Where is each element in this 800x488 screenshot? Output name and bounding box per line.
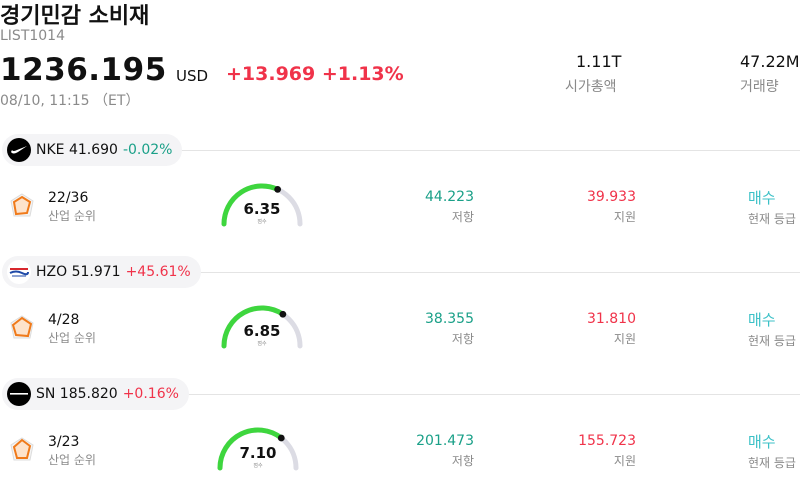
index-price: 1236.195 (0, 52, 167, 88)
row-divider (170, 150, 800, 151)
industry-rank: 3/23 (48, 434, 80, 450)
radar-chart-icon (8, 436, 36, 468)
support-label: 지원 (613, 332, 636, 346)
industry-rank-label: 산업 순위 (48, 209, 96, 223)
score-label: 점수 (253, 463, 263, 469)
stock-change: +45.61% (125, 264, 191, 280)
support-value: 31.810 (587, 311, 636, 327)
rating-label: 현재 등급 (748, 456, 796, 470)
stock-ticker-price: SN 185.820 (36, 386, 118, 402)
rating-signal: 매수 (748, 311, 776, 329)
score-value: 7.10 (239, 444, 277, 462)
rating-label: 현재 등급 (748, 212, 796, 226)
nike-logo-icon (7, 138, 31, 162)
stock-change: +0.16% (122, 386, 179, 402)
page-title: 경기민감 소비재 (0, 4, 150, 29)
rating-label: 현재 등급 (748, 334, 796, 348)
industry-rank: 22/36 (48, 190, 89, 206)
support-label: 지원 (613, 210, 636, 224)
volume-label: 거래량 (740, 79, 779, 95)
stock-ticker-price: HZO 51.971 (36, 264, 121, 280)
row-divider (170, 394, 800, 395)
stock-chip-sn[interactable]: SN 185.820 +0.16% (2, 378, 189, 410)
support-value: 155.723 (578, 433, 636, 449)
sharkninja-logo-icon (7, 382, 31, 406)
currency-label: USD (176, 67, 209, 85)
gauge-marker (277, 434, 285, 442)
marinemax-logo-icon (7, 260, 31, 284)
score-label: 점수 (257, 341, 267, 347)
stock-chip-nke[interactable]: NKE 41.690 -0.02% (2, 134, 183, 166)
industry-rank-label: 산업 순위 (48, 453, 96, 467)
industry-rank: 4/28 (48, 312, 80, 328)
resistance-value: 201.473 (416, 433, 474, 449)
resistance-value: 44.223 (425, 189, 474, 205)
resistance-label: 저항 (451, 454, 474, 468)
market-cap-label: 시가총액 (565, 79, 617, 95)
market-cap-value: 1.11T (576, 52, 622, 71)
timestamp: 08/10, 11:15 （ET） (0, 93, 140, 109)
rating-signal: 매수 (748, 189, 776, 207)
resistance-label: 저항 (451, 332, 474, 346)
gauge-marker (274, 185, 282, 193)
resistance-label: 저항 (451, 210, 474, 224)
volume-value: 47.22M (740, 52, 800, 71)
score-value: 6.35 (243, 200, 281, 218)
stock-change: -0.02% (122, 142, 173, 158)
support-value: 39.933 (587, 189, 636, 205)
radar-chart-icon (8, 192, 36, 224)
score-value: 6.85 (243, 322, 281, 340)
rating-signal: 매수 (748, 433, 776, 451)
industry-rank-label: 산업 순위 (48, 331, 96, 345)
stock-chip-hzo[interactable]: HZO 51.971 +45.61% (2, 256, 201, 288)
radar-chart-icon (8, 314, 36, 346)
support-label: 지원 (613, 454, 636, 468)
score-label: 점수 (257, 219, 267, 225)
list-code: LIST1014 (0, 28, 65, 44)
gauge-marker (279, 310, 287, 318)
resistance-value: 38.355 (425, 311, 474, 327)
stock-ticker-price: NKE 41.690 (36, 142, 118, 158)
price-change: +13.969 +1.13% (226, 63, 404, 85)
row-divider (170, 272, 800, 273)
